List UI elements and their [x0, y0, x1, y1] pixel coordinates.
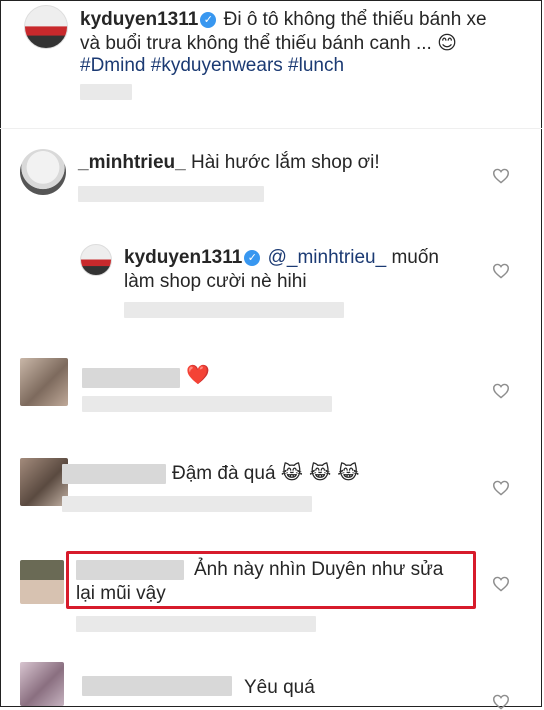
comment-text: Hài hước lắm shop ơi! [190, 152, 380, 173]
verified-badge-icon: ✓ [244, 250, 261, 266]
reply-text-line1: muốn [391, 247, 439, 268]
avatar[interactable] [80, 244, 112, 276]
comment-username[interactable]: _minhtrieu_ [78, 152, 186, 173]
avatar[interactable] [20, 358, 68, 406]
comment-username[interactable] [82, 676, 232, 696]
reply: kyduyen1311 ✓ @_minhtrieu_ muốn [124, 246, 494, 269]
verified-badge-icon: ✓ [200, 12, 217, 28]
avatar[interactable] [24, 5, 68, 49]
caption-text-line2: và buổi trưa không thể thiếu bánh canh .… [80, 33, 432, 54]
caption-timestamp [80, 84, 132, 100]
caption-text-line1: Đi ô tô không thể thiếu bánh xe [223, 9, 487, 30]
like-heart-icon[interactable] [492, 168, 510, 184]
comment-meta [124, 302, 344, 318]
comment-username[interactable]: kyduyen1311 [124, 247, 242, 268]
caption-line1: kyduyen1311 ✓ Đi ô tô không thể thiếu bán… [80, 8, 530, 31]
comment-text: Đậm đà quá [172, 463, 276, 484]
comment-username[interactable] [76, 560, 184, 580]
comment-4: Đậm đà quá 😹 😹 😹 [172, 462, 359, 485]
like-heart-icon[interactable] [492, 694, 510, 710]
avatar[interactable] [20, 662, 64, 706]
comment-meta [62, 496, 312, 512]
avatar[interactable] [20, 560, 64, 604]
caption-line2: và buổi trưa không thể thiếu bánh canh .… [80, 32, 530, 55]
comment-1: _minhtrieu_ Hài hước lắm shop ơi! [78, 151, 380, 174]
avatar[interactable] [20, 149, 66, 195]
comment-text-line2: lại mũi vậy [76, 583, 166, 604]
comment-meta [82, 396, 332, 412]
reply-text-line2: làm shop cười nè hihi [124, 271, 307, 292]
comment-text: Yêu quá [244, 677, 315, 698]
avatar[interactable] [20, 458, 68, 506]
comment-username[interactable] [62, 464, 166, 484]
like-heart-icon[interactable] [492, 576, 510, 592]
heart-emoji: ❤️ [186, 364, 210, 386]
divider [0, 128, 542, 129]
caption-hashtags[interactable]: #Dmind #kyduyenwears #lunch [80, 54, 344, 77]
mention-link[interactable]: @_minhtrieu_ [268, 247, 387, 268]
comment-meta [78, 186, 264, 202]
comment-meta [76, 616, 316, 632]
like-heart-icon[interactable] [492, 263, 510, 279]
comment-username[interactable] [82, 368, 180, 388]
comment-text-line1: Ảnh này nhìn Duyên như sửa [194, 559, 444, 580]
like-heart-icon[interactable] [492, 383, 510, 399]
like-heart-icon[interactable] [492, 480, 510, 496]
laughing-cat-emoji: 😹 😹 😹 [280, 462, 360, 484]
username[interactable]: kyduyen1311 [80, 9, 198, 30]
smile-emoji: 😊 [437, 32, 457, 54]
